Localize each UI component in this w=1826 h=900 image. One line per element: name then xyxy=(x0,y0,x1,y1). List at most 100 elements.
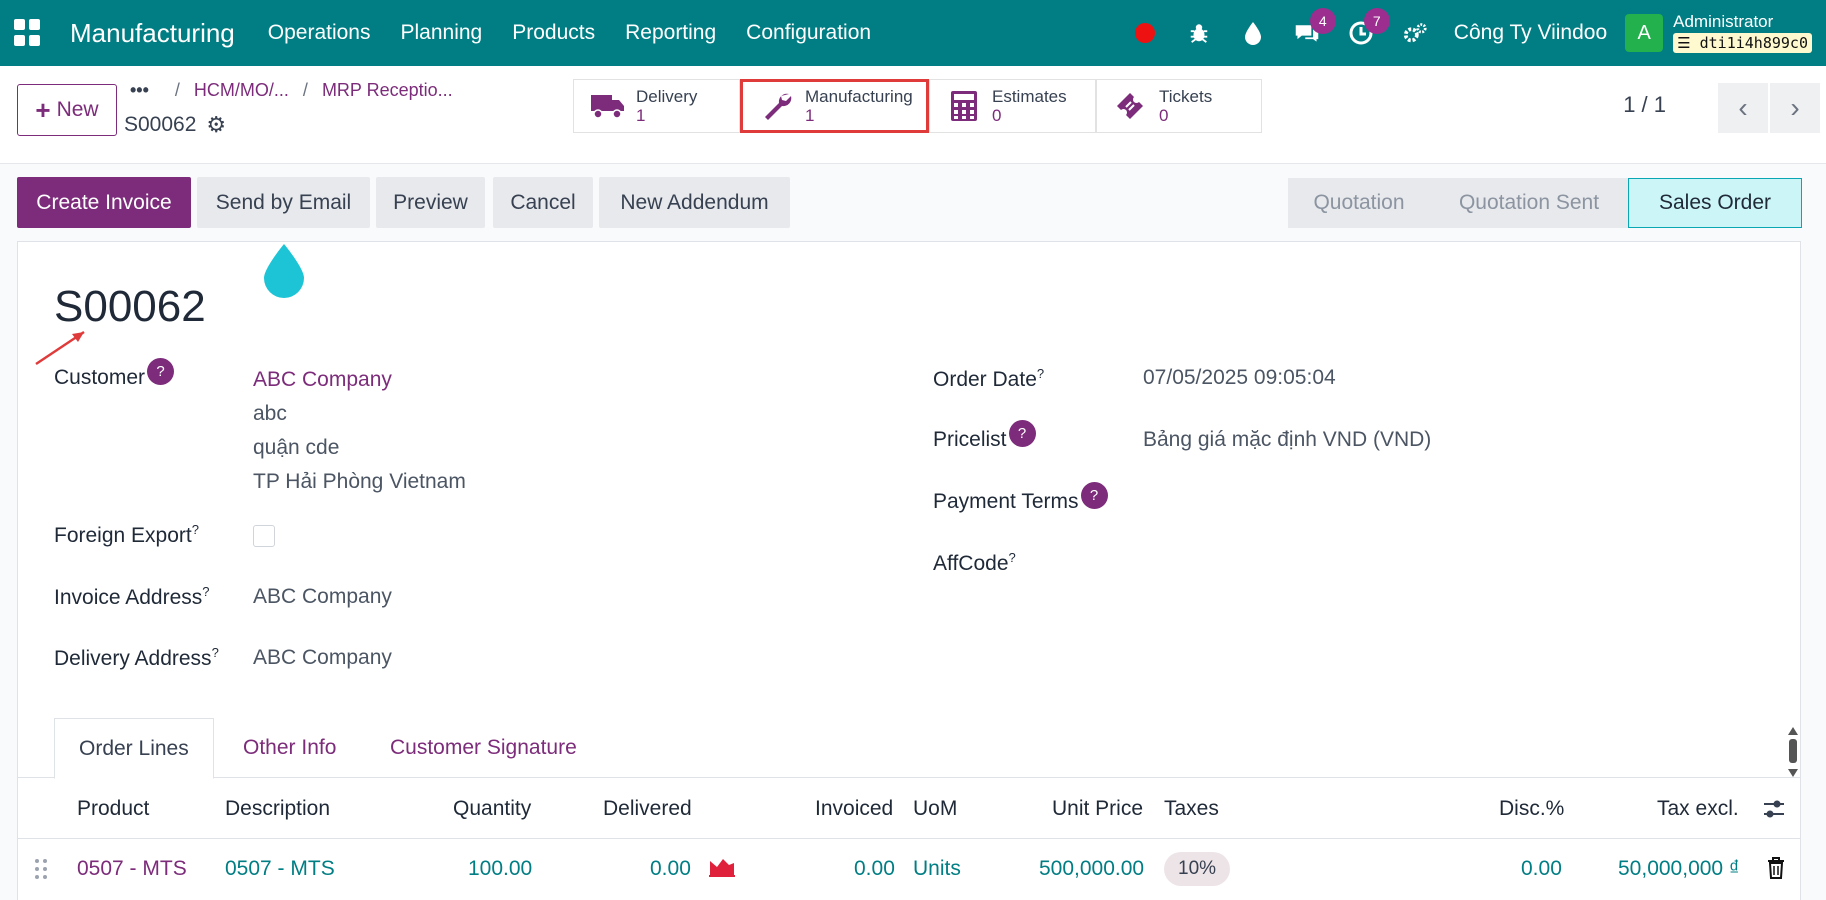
cancel-button[interactable]: Cancel xyxy=(493,177,593,228)
help-icon[interactable]: ? xyxy=(1080,482,1108,509)
cell-product[interactable]: 0507 - MTS xyxy=(77,839,187,899)
customer-address-line: abc xyxy=(253,402,287,425)
new-button[interactable]: + New xyxy=(17,84,117,136)
foreign-export-checkbox[interactable] xyxy=(253,525,275,547)
drop-icon[interactable] xyxy=(1240,20,1266,46)
drag-handle-icon[interactable] xyxy=(34,839,48,899)
col-uom[interactable]: UoM xyxy=(913,779,957,839)
col-delivered[interactable]: Delivered xyxy=(603,779,692,839)
preview-button[interactable]: Preview xyxy=(376,177,485,228)
delivery-address-field[interactable]: ABC Company xyxy=(253,646,392,670)
status-quotation[interactable]: Quotation xyxy=(1288,178,1430,228)
breadcrumb-mo[interactable]: HCM/MO/... xyxy=(194,80,289,101)
app-title[interactable]: Manufacturing xyxy=(70,18,235,49)
customer-field[interactable]: ABC Company xyxy=(253,368,392,392)
tab-other-info[interactable]: Other Info xyxy=(219,718,360,778)
col-invoiced[interactable]: Invoiced xyxy=(815,779,893,839)
record-name: S00062 ⚙ xyxy=(124,112,227,138)
breadcrumb-more-icon[interactable]: ••• xyxy=(130,80,149,101)
drop-icon xyxy=(262,242,306,303)
send-by-email-button[interactable]: Send by Email xyxy=(197,177,370,228)
table-row[interactable]: 0507 - MTS 0507 - MTS 100.00 0.00 0.00 U… xyxy=(18,839,1800,899)
cell-invoiced[interactable]: 0.00 xyxy=(854,839,895,899)
col-unit-price[interactable]: Unit Price xyxy=(1052,779,1143,839)
forecast-chart-icon[interactable] xyxy=(708,839,736,899)
pricelist-label: Pricelist? xyxy=(933,420,1036,452)
delivery-label: Delivery xyxy=(636,87,698,106)
menu-planning[interactable]: Planning xyxy=(386,21,498,45)
activity-clock-icon[interactable]: 7 xyxy=(1348,8,1390,46)
menu-products[interactable]: Products xyxy=(497,21,610,45)
table-header: Product Description Quantity Delivered I… xyxy=(18,779,1800,839)
col-product[interactable]: Product xyxy=(77,779,149,839)
help-icon[interactable]: ? xyxy=(147,358,175,385)
user-menu[interactable]: Administrator ☰ dti1i4h899c0 xyxy=(1673,13,1812,53)
status-sales-order[interactable]: Sales Order xyxy=(1628,178,1802,228)
customer-label: Customer? xyxy=(54,358,175,390)
col-quantity[interactable]: Quantity xyxy=(453,779,531,839)
menu-reporting[interactable]: Reporting xyxy=(610,21,731,45)
bug-icon[interactable] xyxy=(1186,20,1212,46)
tab-order-lines[interactable]: Order Lines xyxy=(54,718,214,779)
top-navbar: Manufacturing Operations Planning Produc… xyxy=(0,0,1826,66)
database-name: ☰ dti1i4h899c0 xyxy=(1673,33,1812,53)
cell-discount[interactable]: 0.00 xyxy=(1521,839,1562,899)
tickets-count: 0 xyxy=(1159,106,1169,125)
gear-icon[interactable]: ⚙ xyxy=(206,112,226,138)
new-addendum-button[interactable]: New Addendum xyxy=(599,177,790,228)
invoice-address-field[interactable]: ABC Company xyxy=(253,585,392,609)
calculator-icon xyxy=(944,90,984,122)
wrench-icon xyxy=(757,90,797,122)
payment-terms-label: Payment Terms? xyxy=(933,482,1108,514)
help-icon[interactable]: ? xyxy=(1008,420,1036,447)
col-taxes[interactable]: Taxes xyxy=(1164,779,1219,839)
order-date-label: Order Date? xyxy=(933,366,1045,391)
menu-configuration[interactable]: Configuration xyxy=(731,21,886,45)
app-menu-icon[interactable] xyxy=(14,19,42,47)
avatar[interactable]: A xyxy=(1625,14,1664,52)
tickets-smart-button[interactable]: Tickets 0 xyxy=(1096,79,1262,133)
form-sheet: S00062 Customer? ABC Company abc quận cd… xyxy=(17,241,1801,900)
chat-icon[interactable]: 4 xyxy=(1294,8,1336,46)
breadcrumb: ••• / HCM/MO/... / MRP Receptio... xyxy=(130,80,453,101)
trash-icon[interactable] xyxy=(1766,839,1786,899)
chat-badge: 4 xyxy=(1309,8,1336,34)
invoice-address-label: Invoice Address? xyxy=(54,584,210,609)
tickets-label: Tickets xyxy=(1159,87,1213,106)
settings-gears-icon[interactable] xyxy=(1402,20,1428,46)
statusbar: Quotation Quotation Sent Sales Order xyxy=(1288,178,1802,228)
ticket-icon xyxy=(1111,90,1151,122)
order-date-field[interactable]: 07/05/2025 09:05:04 xyxy=(1143,366,1336,390)
col-discount[interactable]: Disc.% xyxy=(1499,779,1564,839)
tab-customer-signature[interactable]: Customer Signature xyxy=(366,718,601,778)
estimates-count: 0 xyxy=(992,106,1002,125)
pager-value[interactable]: 1 / 1 xyxy=(1623,92,1666,118)
manufacturing-count: 1 xyxy=(805,106,815,125)
cell-subtotal: 50,000,000 ₫ xyxy=(1618,857,1740,880)
col-tax-excl[interactable]: Tax excl. xyxy=(1657,779,1739,839)
chevron-left-icon[interactable]: ‹ xyxy=(1718,83,1768,133)
breadcrumb-mrp-reception[interactable]: MRP Receptio... xyxy=(322,80,453,101)
column-settings-icon[interactable] xyxy=(1762,779,1786,839)
status-quotation-sent[interactable]: Quotation Sent xyxy=(1430,178,1628,228)
tax-badge[interactable]: 10% xyxy=(1164,852,1231,886)
company-switcher[interactable]: Công Ty Viindoo xyxy=(1454,21,1607,45)
cell-quantity[interactable]: 100.00 xyxy=(468,839,532,899)
menu-operations[interactable]: Operations xyxy=(253,21,386,45)
cell-delivered[interactable]: 0.00 xyxy=(650,839,691,899)
record-icon[interactable] xyxy=(1132,20,1158,46)
delivery-smart-button[interactable]: Delivery 1 xyxy=(573,79,740,133)
chevron-right-icon[interactable]: › xyxy=(1770,83,1820,133)
notebook-tabs: Order Lines Other Info Customer Signatur… xyxy=(18,718,1800,779)
pricelist-field[interactable]: Bảng giá mặc định VND (VND) xyxy=(1143,428,1431,452)
cell-description[interactable]: 0507 - MTS xyxy=(225,839,335,899)
customer-address-line: TP Hải Phòng Vietnam xyxy=(253,470,466,493)
manufacturing-smart-button[interactable]: Manufacturing 1 xyxy=(740,79,929,133)
scrollbar[interactable] xyxy=(1788,727,1798,777)
estimates-smart-button[interactable]: Estimates 0 xyxy=(929,79,1096,133)
create-invoice-button[interactable]: Create Invoice xyxy=(17,177,191,228)
customer-address-line: quận cde xyxy=(253,436,340,459)
cell-unit-price[interactable]: 500,000.00 xyxy=(1039,839,1144,899)
cell-uom[interactable]: Units xyxy=(913,839,961,899)
col-description[interactable]: Description xyxy=(225,779,330,839)
